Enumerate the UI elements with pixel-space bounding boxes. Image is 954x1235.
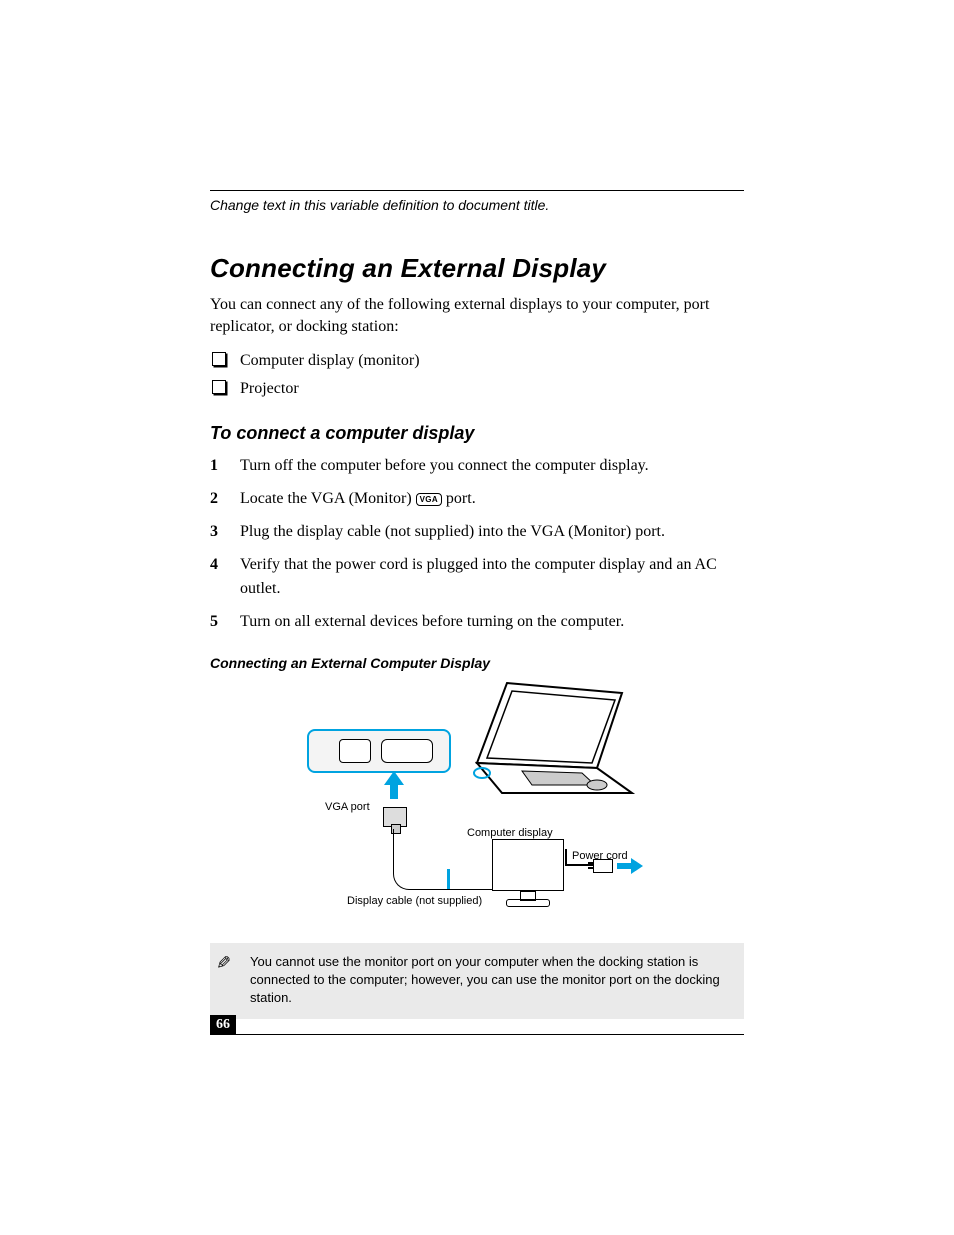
- step-text-after: port.: [442, 490, 476, 507]
- note-box: ✎ You cannot use the monitor port on you…: [210, 943, 744, 1020]
- square-bullet-icon: [212, 380, 226, 394]
- step-text: Turn on all external devices before turn…: [240, 613, 624, 630]
- computer-display-label: Computer display: [467, 827, 553, 839]
- running-header: Change text in this variable definition …: [210, 197, 744, 213]
- connection-diagram: VGA port Computer display Power cord Dis…: [297, 679, 657, 929]
- step-number: 1: [210, 454, 218, 477]
- step-text: Plug the display cable (not supplied) in…: [240, 523, 665, 540]
- port-panel-zoom: [307, 729, 451, 773]
- step-number: 4: [210, 553, 218, 576]
- subsection-title: To connect a computer display: [210, 423, 744, 444]
- laptop-icon: [447, 673, 647, 813]
- step-number: 2: [210, 487, 218, 510]
- step-item: 5 Turn on all external devices before tu…: [210, 610, 744, 633]
- intro-paragraph: You can connect any of the following ext…: [210, 294, 744, 339]
- arrow-up-icon: [387, 771, 401, 799]
- cable-highlight: [447, 869, 450, 889]
- display-cable-label: Display cable (not supplied): [347, 895, 482, 907]
- step-item: 3 Plug the display cable (not supplied) …: [210, 520, 744, 543]
- note-text: You cannot use the monitor port on your …: [250, 954, 720, 1005]
- list-item: Projector: [210, 377, 744, 401]
- figure-container: VGA port Computer display Power cord Dis…: [210, 679, 744, 929]
- step-text: Verify that the power cord is plugged in…: [240, 556, 717, 596]
- list-item-label: Computer display (monitor): [240, 352, 420, 369]
- display-type-list: Computer display (monitor) Projector: [210, 349, 744, 401]
- figure-caption: Connecting an External Computer Display: [210, 655, 744, 671]
- page-footer: 66: [210, 1015, 744, 1035]
- procedure-steps: 1 Turn off the computer before you conne…: [210, 454, 744, 633]
- power-cord-line: [565, 864, 593, 866]
- step-item: 2 Locate the VGA (Monitor) VGA port.: [210, 487, 744, 510]
- vga-port-icon: [381, 739, 433, 763]
- step-text-before: Locate the VGA (Monitor): [240, 490, 416, 507]
- vga-port-label: VGA port: [325, 801, 370, 813]
- list-item-label: Projector: [240, 380, 299, 397]
- vga-plug-icon: [383, 807, 407, 827]
- power-cord-label: Power cord: [572, 850, 628, 862]
- pencil-note-icon: ✎: [216, 951, 231, 976]
- step-text: Turn off the computer before you connect…: [240, 457, 649, 474]
- step-number: 3: [210, 520, 218, 543]
- footer-rule: [210, 1034, 744, 1035]
- document-page: Change text in this variable definition …: [0, 0, 954, 1235]
- list-item: Computer display (monitor): [210, 349, 744, 373]
- ethernet-port-icon: [339, 739, 371, 763]
- monitor-screen: [492, 839, 564, 891]
- section-title: Connecting an External Display: [210, 253, 744, 284]
- step-number: 5: [210, 610, 218, 633]
- vga-port-icon: VGA: [416, 493, 442, 506]
- header-rule: [210, 190, 744, 191]
- page-number: 66: [210, 1015, 236, 1035]
- step-item: 1 Turn off the computer before you conne…: [210, 454, 744, 477]
- square-bullet-icon: [212, 352, 226, 366]
- monitor-icon: [492, 839, 562, 907]
- power-cord-line: [565, 849, 567, 864]
- monitor-base: [506, 899, 550, 907]
- step-item: 4 Verify that the power cord is plugged …: [210, 553, 744, 599]
